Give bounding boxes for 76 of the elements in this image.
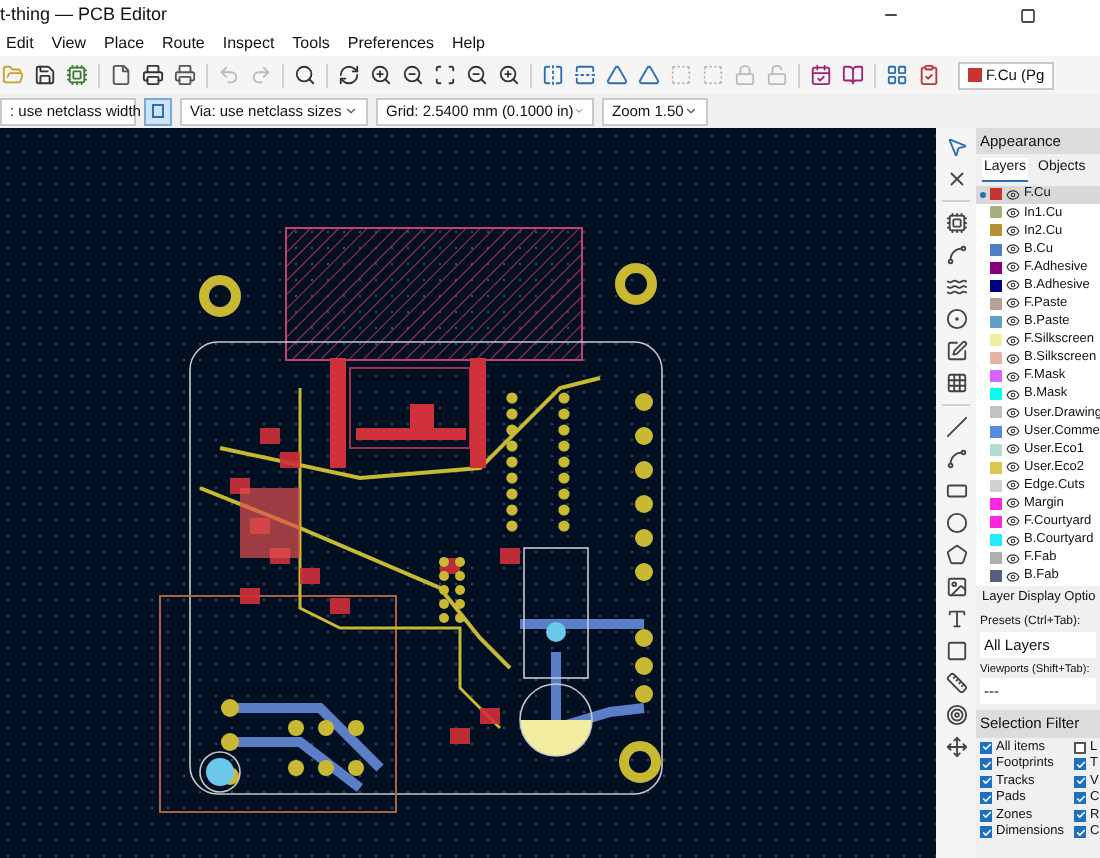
eye-icon[interactable] [1006,460,1020,475]
chip-icon[interactable] [945,212,967,234]
flip-icon[interactable] [542,64,564,86]
pen-icon[interactable] [945,340,967,362]
eye-icon[interactable] [1006,333,1020,348]
ruler-icon[interactable] [945,672,967,694]
eye-icon[interactable] [1006,314,1020,329]
save-icon[interactable] [34,64,56,86]
eye-icon[interactable] [1006,351,1020,366]
move-icon[interactable] [945,736,967,758]
line-icon[interactable] [945,416,967,438]
rectangle-icon[interactable] [945,480,967,502]
checkbox[interactable] [1074,741,1086,754]
eye-icon[interactable] [1006,424,1020,439]
menu-item[interactable]: Inspect [222,31,275,55]
chip-icon[interactable] [66,64,88,86]
window-title: t-thing — PCB Editor [0,1,168,28]
eye-icon[interactable] [1006,405,1020,420]
eye-icon[interactable] [1006,514,1020,529]
search-icon[interactable] [294,64,316,86]
width-toggle-button[interactable] [144,97,172,125]
calendar-icon[interactable] [810,64,832,86]
eye-icon[interactable] [1006,278,1020,293]
textbox-icon[interactable] [945,640,967,662]
ring-icon[interactable] [945,308,967,330]
book-icon[interactable] [842,64,864,86]
zoom-out-icon[interactable] [466,64,488,86]
menu-item[interactable]: View [51,31,86,55]
target-icon[interactable] [945,704,967,726]
eye-icon[interactable] [1006,260,1020,275]
eye-icon[interactable] [1006,205,1020,220]
zoom-fit-icon[interactable] [434,64,456,86]
circle-icon[interactable] [945,512,967,534]
eye-icon[interactable] [1006,223,1020,238]
menu-item[interactable]: Help [452,31,485,55]
clipboard-icon[interactable] [918,64,940,86]
eye-icon[interactable] [1006,569,1020,584]
caret-icon [684,104,698,118]
eye-icon[interactable] [1006,187,1020,202]
printer-icon[interactable] [142,64,164,86]
polygon-icon[interactable] [945,544,967,566]
zoom-in-icon[interactable] [370,64,392,86]
caret-icon [344,104,358,118]
eye-icon[interactable] [1006,551,1020,566]
caret-icon [573,104,584,118]
eye-icon[interactable] [1006,387,1020,402]
eye-icon[interactable] [1006,496,1020,511]
curve-icon[interactable] [945,244,967,266]
printer-icon[interactable] [174,64,196,86]
eye-icon[interactable] [1006,533,1020,548]
file-icon[interactable] [110,64,132,86]
menu-item[interactable]: Route [162,31,205,55]
text-icon[interactable] [945,608,967,630]
arc-icon[interactable] [945,448,967,470]
grid-icon[interactable] [945,372,967,394]
menu-item[interactable]: Place [104,31,145,55]
menu-item[interactable]: Edit [6,31,34,55]
eye-icon[interactable] [1006,242,1020,257]
eye-icon[interactable] [1006,296,1020,311]
eye-icon[interactable] [1006,478,1020,493]
pointer-icon[interactable] [945,136,967,158]
maximize-icon[interactable] [1020,7,1036,23]
flip-icon[interactable] [574,64,596,86]
cross-icon[interactable] [945,168,967,190]
menu-item[interactable]: Tools [292,31,330,55]
zoom-out-icon[interactable] [402,64,424,86]
wave-icon[interactable] [945,276,967,298]
refresh-icon[interactable] [338,64,360,86]
eye-icon[interactable] [1006,369,1020,384]
board-icon[interactable] [886,64,908,86]
triangle-icon[interactable] [638,64,660,86]
menu-item[interactable]: Preferences [347,31,434,55]
triangle-icon[interactable] [606,64,628,86]
image-icon[interactable] [945,576,967,598]
zoom-in-icon[interactable] [498,64,520,86]
eye-icon[interactable] [1006,442,1020,457]
